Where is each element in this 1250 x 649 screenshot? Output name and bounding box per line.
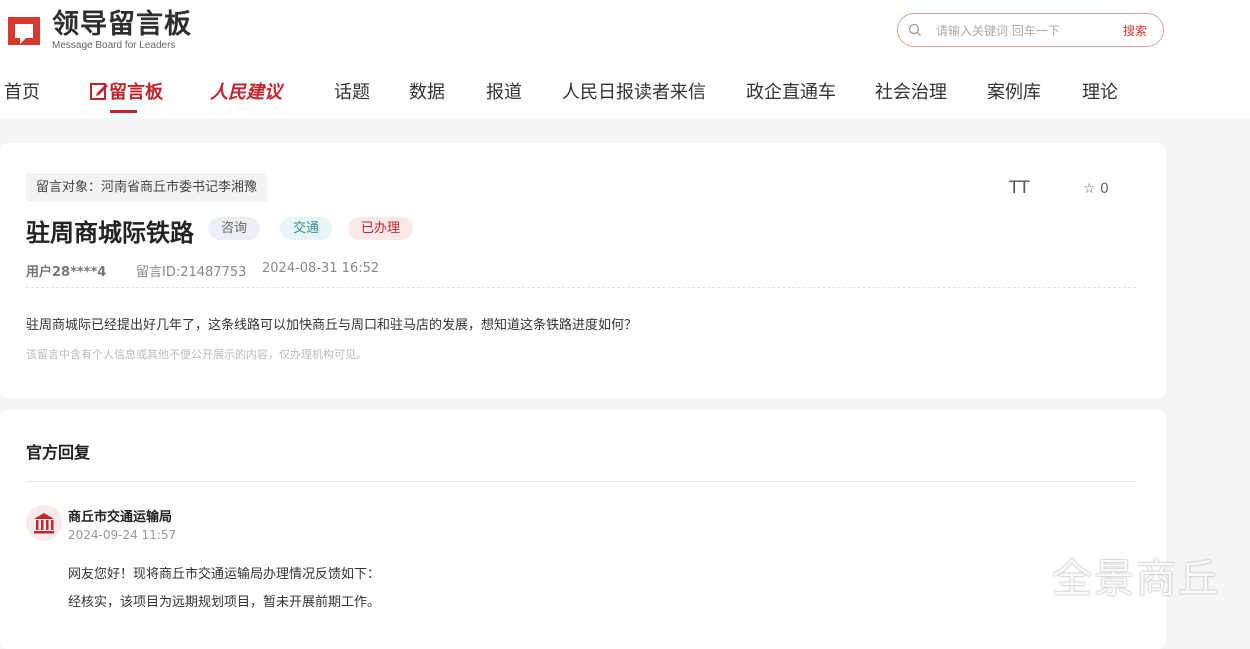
message-title: 驻周商城际铁路 bbox=[26, 219, 194, 247]
font-size-button[interactable]: TT bbox=[1009, 178, 1029, 198]
status-badge: 已办理 bbox=[348, 217, 414, 240]
reply-section-title: 官方回复 bbox=[26, 443, 91, 462]
reply-text-line: 经核实，该项目为远期规划项目，暂未开展前期工作。 bbox=[68, 595, 381, 610]
message-target: 留言对象：河南省商丘市委书记李湘豫 bbox=[26, 173, 268, 202]
nav-item-people-suggestion[interactable]: 人民建议 bbox=[210, 78, 282, 104]
reply-card: 官方回复 商丘市交通运输局 2024-09-24 11:57 网友您好！现将商丘… bbox=[0, 409, 1166, 649]
nav-item-message-board[interactable]: 留言板 bbox=[89, 78, 163, 104]
reply-org-name: 商丘市交通运输局 bbox=[68, 510, 173, 525]
site-logo[interactable]: 领导留言板 Message Board for Leaders bbox=[4, 10, 192, 52]
nav-item-home[interactable]: 首页 bbox=[4, 78, 40, 104]
site-header: 领导留言板 Message Board for Leaders 搜索 首页 留言… bbox=[0, 0, 1250, 118]
favorite-button[interactable]: ☆ 0 bbox=[1083, 181, 1109, 197]
message-content: 驻周商城际已经提出好几年了，这条线路可以加快商丘与周口和驻马店的发展，想知道这条… bbox=[26, 318, 638, 333]
reply-date: 2024-09-24 11:57 bbox=[68, 528, 177, 542]
divider bbox=[26, 481, 1136, 482]
nav-item-message-board-label: 留言板 bbox=[109, 82, 163, 103]
nav-item-reader-letters[interactable]: 人民日报读者来信 bbox=[562, 78, 706, 104]
message-user: 用户28****4 bbox=[26, 265, 107, 280]
reply-text-line: 网友您好！现将商丘市交通运输局办理情况反馈如下： bbox=[68, 567, 381, 582]
nav-item-reports[interactable]: 报道 bbox=[486, 78, 522, 104]
avatar bbox=[26, 505, 62, 541]
message-card: 留言对象：河南省商丘市委书记李湘豫 TT ☆ 0 驻周商城际铁路 咨询 交通 已… bbox=[0, 143, 1166, 399]
government-building-icon bbox=[34, 513, 54, 534]
badge-consult: 咨询 bbox=[208, 217, 261, 240]
nav-item-business-express[interactable]: 政企直通车 bbox=[746, 78, 836, 104]
message-date: 2024-08-31 16:52 bbox=[262, 261, 380, 276]
edit-icon bbox=[90, 83, 108, 100]
logo-title: 领导留言板 bbox=[52, 9, 192, 40]
main-nav: 首页 留言板 人民建议 话题 数据 报道 人民日报读者来信 政企直通车 社会治理… bbox=[0, 70, 1250, 118]
nav-item-case-library[interactable]: 案例库 bbox=[987, 78, 1041, 104]
nav-item-data[interactable]: 数据 bbox=[409, 78, 445, 104]
logo-mark-icon bbox=[4, 11, 44, 51]
divider bbox=[26, 287, 1136, 288]
favorite-count: 0 bbox=[1100, 181, 1109, 197]
search-button[interactable]: 搜索 bbox=[1123, 22, 1147, 39]
search-icon bbox=[908, 23, 921, 36]
logo-subtitle: Message Board for Leaders bbox=[52, 40, 176, 51]
star-icon: ☆ bbox=[1083, 181, 1096, 197]
message-id: 留言ID:21487753 bbox=[136, 265, 247, 280]
badge-traffic: 交通 bbox=[280, 217, 333, 240]
privacy-notice: 该留言中含有个人信息或其他不便公开展示的内容，仅办理机构可见。 bbox=[26, 348, 367, 361]
nav-active-underline bbox=[110, 110, 137, 113]
nav-item-social-governance[interactable]: 社会治理 bbox=[875, 78, 947, 104]
watermark: 全景商丘 bbox=[1052, 556, 1220, 602]
search-box: 搜索 bbox=[897, 13, 1164, 47]
search-input[interactable] bbox=[934, 20, 1108, 42]
nav-item-theory[interactable]: 理论 bbox=[1082, 78, 1118, 104]
nav-item-topics[interactable]: 话题 bbox=[334, 78, 370, 104]
font-size-icon: TT bbox=[1009, 178, 1030, 198]
